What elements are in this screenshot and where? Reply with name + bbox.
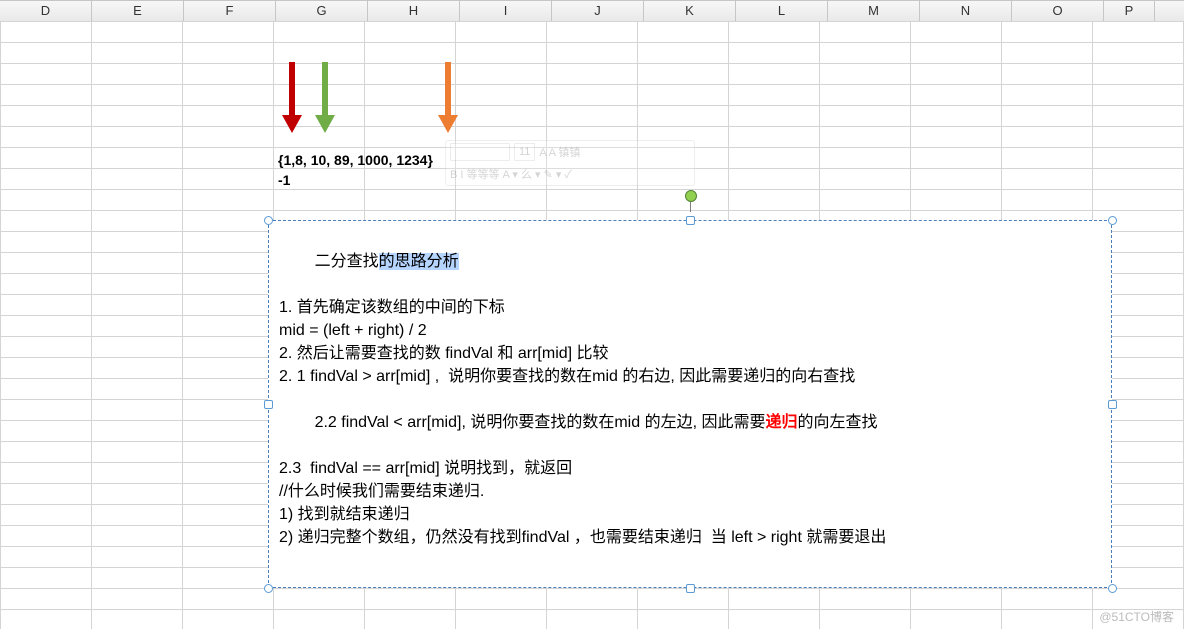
title-prefix: 二分查找 [315, 253, 379, 270]
col-header-O[interactable]: O [1012, 1, 1104, 21]
line-1: 1. 首先确定该数组的中间的下标 [279, 296, 1101, 319]
col-header-D[interactable]: D [0, 1, 92, 21]
line-8: 1) 找到就结束递归 [279, 503, 1101, 526]
resize-handle-mr[interactable] [1108, 400, 1117, 409]
col-header-K[interactable]: K [644, 1, 736, 21]
red-keyword: 递归 [765, 414, 797, 431]
line-5: 2.2 findVal < arr[mid], 说明你要查找的数在mid 的左边… [279, 388, 1101, 457]
line-4: 2. 1 findVal > arr[mid] , 说明你要查找的数在mid 的… [279, 365, 1101, 388]
line-2: mid = (left + right) / 2 [279, 319, 1101, 342]
arrow-right-orange[interactable] [438, 62, 458, 132]
col-header-E[interactable]: E [92, 1, 184, 21]
col-header-N[interactable]: N [920, 1, 1012, 21]
resize-handle-tm[interactable] [686, 216, 695, 225]
resize-handle-ml[interactable] [264, 400, 273, 409]
textbox-shape-container[interactable]: 二分查找的思路分析 1. 首先确定该数组的中间的下标 mid = (left +… [240, 210, 1140, 600]
line-7: //什么时候我们需要结束递归. [279, 480, 1101, 503]
col-header-I[interactable]: I [460, 1, 552, 21]
line-6: 2.3 findVal == arr[mid] 说明找到，就返回 [279, 457, 1101, 480]
neg-one-text: -1 [278, 170, 290, 190]
resize-handle-bl[interactable] [264, 584, 273, 593]
col-header-L[interactable]: L [736, 1, 828, 21]
arrow-left-red[interactable] [282, 62, 302, 132]
line-3: 2. 然后让需要查找的数 findVal 和 arr[mid] 比较 [279, 342, 1101, 365]
rotate-handle-icon[interactable] [685, 190, 697, 202]
resize-handle-tr[interactable] [1108, 216, 1117, 225]
col-header-H[interactable]: H [368, 1, 460, 21]
title-selection: 的思路分析 [379, 253, 459, 270]
watermark-text: @51CTO博客 [1099, 608, 1174, 625]
line-9: 2) 递归完整个数组，仍然没有找到findVal ，也需要结束递归 当 left… [279, 526, 1101, 549]
column-header-row: D E F G H I J K L M N O P [0, 0, 1184, 22]
col-header-M[interactable]: M [828, 1, 920, 21]
col-header-P[interactable]: P [1104, 1, 1155, 21]
textbox-content[interactable]: 二分查找的思路分析 1. 首先确定该数组的中间的下标 mid = (left +… [268, 220, 1112, 588]
resize-handle-tl[interactable] [264, 216, 273, 225]
col-header-F[interactable]: F [184, 1, 276, 21]
col-header-G[interactable]: G [276, 1, 368, 21]
col-header-J[interactable]: J [552, 1, 644, 21]
spreadsheet-area: D E F G H I J K L M N O P [0, 0, 1184, 629]
resize-handle-br[interactable] [1108, 584, 1117, 593]
array-text: {1,8, 10, 89, 1000, 1234} [278, 150, 433, 170]
arrow-mid-green[interactable] [315, 62, 335, 132]
resize-handle-bm[interactable] [686, 584, 695, 593]
text-cursor [459, 251, 460, 269]
